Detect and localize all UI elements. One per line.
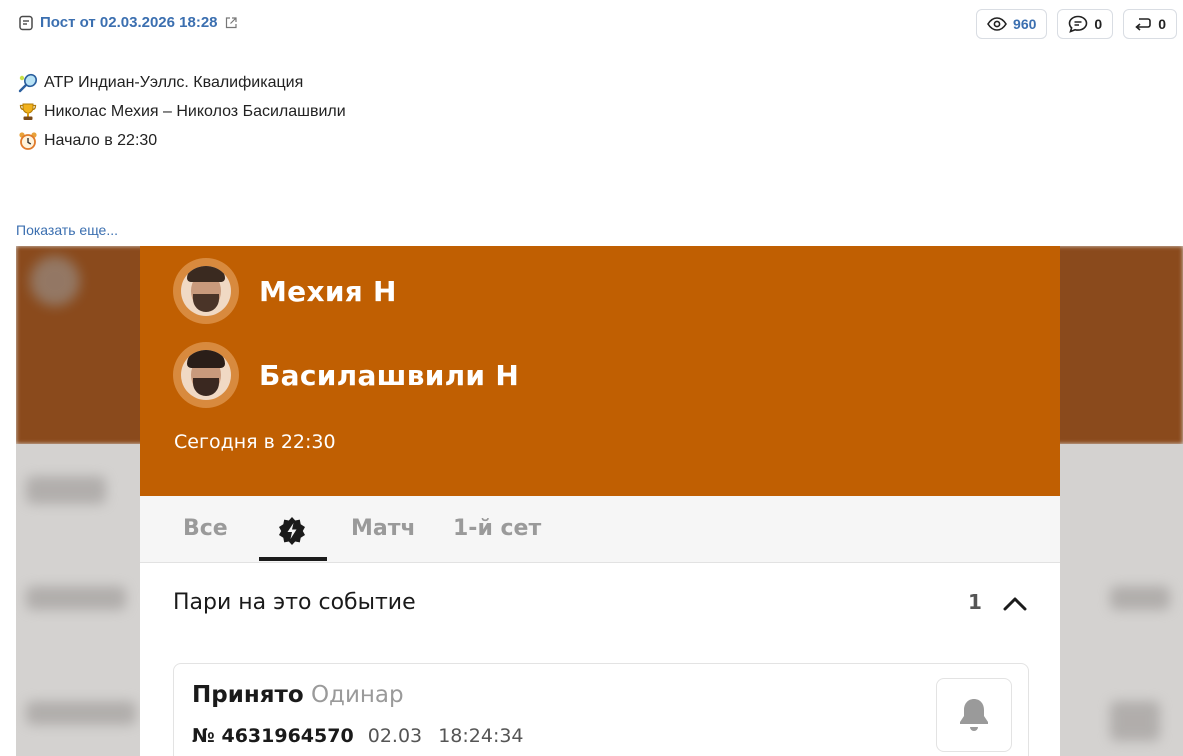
post-line-start-text: Начало в 22:30: [44, 132, 158, 149]
bet-number: № 4631964570: [192, 725, 354, 747]
post-document-icon: [19, 15, 33, 30]
bet-time: 18:24:34: [438, 725, 524, 747]
bets-section-title: Пари на это событие: [173, 590, 416, 615]
blurred-shape: [1110, 701, 1160, 741]
repost-icon: [1135, 18, 1152, 31]
blurred-shape: [30, 256, 80, 306]
event-time: Сегодня в 22:30: [174, 431, 336, 453]
eye-icon: [987, 17, 1007, 31]
player-row: Басилашвили Н: [173, 342, 519, 408]
tab-first-set[interactable]: 1-й сет: [453, 516, 541, 541]
tab-all[interactable]: Все: [183, 516, 228, 541]
bet-date: 02.03: [367, 725, 423, 747]
alarm-clock-icon: [19, 131, 37, 150]
comments-counter[interactable]: 0: [1057, 9, 1114, 39]
blurred-shape: [26, 476, 106, 504]
bet-status-label: Принято: [192, 682, 304, 708]
player-avatar: [173, 342, 239, 408]
post-body: ATP Индиан-Уэллс. Квалификация Николас М…: [18, 68, 346, 155]
active-tab-indicator: [259, 557, 327, 561]
post-stats: 960 0 0: [976, 9, 1177, 39]
post-line-start: Начало в 22:30: [18, 126, 346, 155]
post-line-match-text: Николас Мехия – Николоз Басилашвили: [44, 103, 346, 120]
post-line-tournament-text: ATP Индиан-Уэллс. Квалификация: [44, 74, 304, 91]
bets-count: 1: [968, 590, 982, 614]
bet-status: Принято Одинар: [192, 682, 404, 708]
show-more-link[interactable]: Показать еще...: [16, 222, 118, 238]
player-name: Басилашвили Н: [259, 358, 520, 392]
trophy-icon: [19, 103, 37, 120]
reposts-counter[interactable]: 0: [1123, 9, 1177, 39]
blurred-shape: [26, 586, 126, 610]
tennis-racket-icon: [18, 73, 38, 92]
post-link[interactable]: Пост от 02.03.2026 18:28: [18, 14, 238, 31]
post-line-tournament: ATP Индиан-Уэллс. Квалификация: [18, 68, 346, 97]
notification-button[interactable]: [936, 678, 1012, 752]
tab-match[interactable]: Матч: [351, 516, 416, 541]
post-header: Пост от 02.03.2026 18:28 960 0 0: [0, 0, 1183, 48]
chevron-up-icon[interactable]: [1002, 594, 1028, 612]
player-avatar: [173, 258, 239, 324]
views-count: 960: [1013, 16, 1037, 32]
bet-details: № 4631964570 02.03 18:24:34: [192, 725, 524, 747]
event-header: Мехия Н Басилашвили Н Сегодня в 22:30: [140, 246, 1060, 496]
blurred-shape: [26, 701, 136, 725]
bell-icon: [960, 699, 988, 731]
reposts-count: 0: [1158, 16, 1166, 32]
bet-type: Одинар: [310, 682, 404, 708]
player-row: Мехия Н: [173, 258, 397, 324]
external-link-icon: [225, 16, 237, 28]
bet-event-card: Мехия Н Басилашвили Н Сегодня в 22:30 Вс…: [140, 246, 1060, 756]
post-title: Пост от 02.03.2026 18:28: [40, 14, 218, 31]
bet-card[interactable]: Принято Одинар № 4631964570 02.03 18:24:…: [173, 663, 1029, 756]
blurred-shape: [1110, 586, 1170, 610]
comments-count: 0: [1094, 16, 1103, 32]
attached-screenshot[interactable]: Мехия Н Басилашвили Н Сегодня в 22:30 Вс…: [16, 246, 1183, 756]
lightning-icon[interactable]: [276, 515, 308, 547]
post-line-match: Николас Мехия – Николоз Басилашвили: [18, 97, 346, 126]
event-tabs: Все Матч 1-й сет: [140, 496, 1060, 563]
player-name: Мехия Н: [259, 274, 397, 308]
comment-icon: [1069, 15, 1088, 33]
views-counter[interactable]: 960: [976, 9, 1048, 39]
